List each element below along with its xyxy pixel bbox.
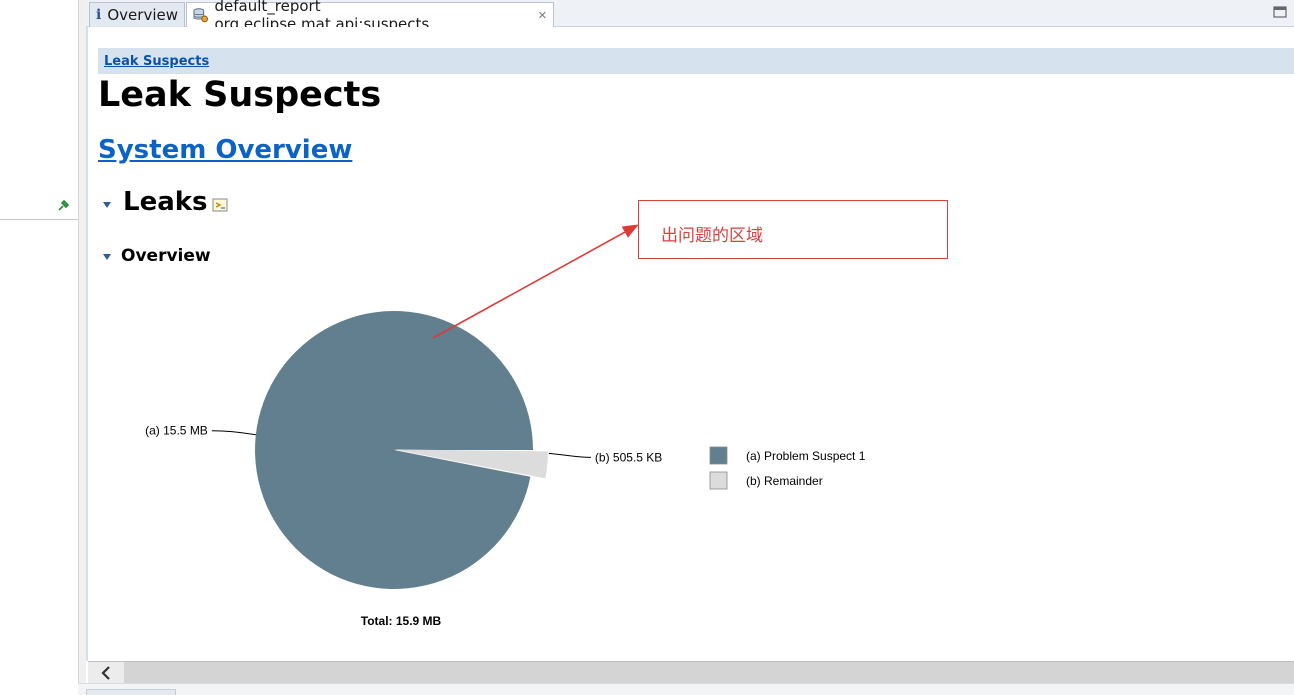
editor-tab-bar: i Overview default_report org.eclipse.ma… [86, 0, 1294, 33]
pie-total-label: Total: 15.9 MB [361, 614, 442, 628]
bottom-panel-strip [78, 683, 1294, 695]
legend-swatch-a [709, 446, 728, 465]
pie-leader-line-a [211, 430, 256, 436]
view-splitter[interactable] [78, 0, 86, 695]
app-window: i Overview default_report org.eclipse.ma… [0, 0, 1294, 695]
close-icon[interactable]: ✕ [538, 9, 547, 22]
maximize-icon[interactable] [1270, 3, 1290, 21]
tab-overview[interactable]: i Overview [89, 2, 185, 27]
panel-divider [0, 219, 78, 220]
pie-label-b: (b) 505.5 KB [595, 450, 662, 464]
left-panel [0, 0, 78, 695]
scroll-left-button[interactable] [88, 662, 124, 684]
annotation-callout: 出问题的区域 [638, 200, 948, 259]
tab-default-report[interactable]: default_report org.eclipse.mat.api:suspe… [186, 0, 554, 33]
pin-icon[interactable] [56, 199, 70, 213]
chevron-left-icon [101, 666, 110, 680]
tab-overview-label: Overview [107, 6, 178, 24]
legend-label-b: (b) Remainder [746, 474, 823, 488]
leak-suspects-pie-chart: (a) 15.5 MB (b) 505.5 KB (a) Problem Suspe… [145, 310, 866, 628]
horizontal-scrollbar[interactable] [88, 661, 1294, 684]
report-content: Leak Suspects Leak Suspects System Overv… [86, 27, 1294, 661]
legend-label-a: (a) Problem Suspect 1 [746, 449, 866, 463]
pie-leader-line-b [548, 452, 591, 458]
info-icon: i [96, 7, 102, 23]
pie-slice-problem-suspect-1[interactable] [254, 310, 533, 589]
pie-label-a: (a) 15.5 MB [145, 424, 208, 438]
annotation-text: 出问题的区域 [661, 226, 763, 246]
legend-swatch-b [709, 471, 728, 490]
database-report-icon [193, 8, 209, 23]
bottom-panel-tab[interactable] [86, 689, 176, 695]
